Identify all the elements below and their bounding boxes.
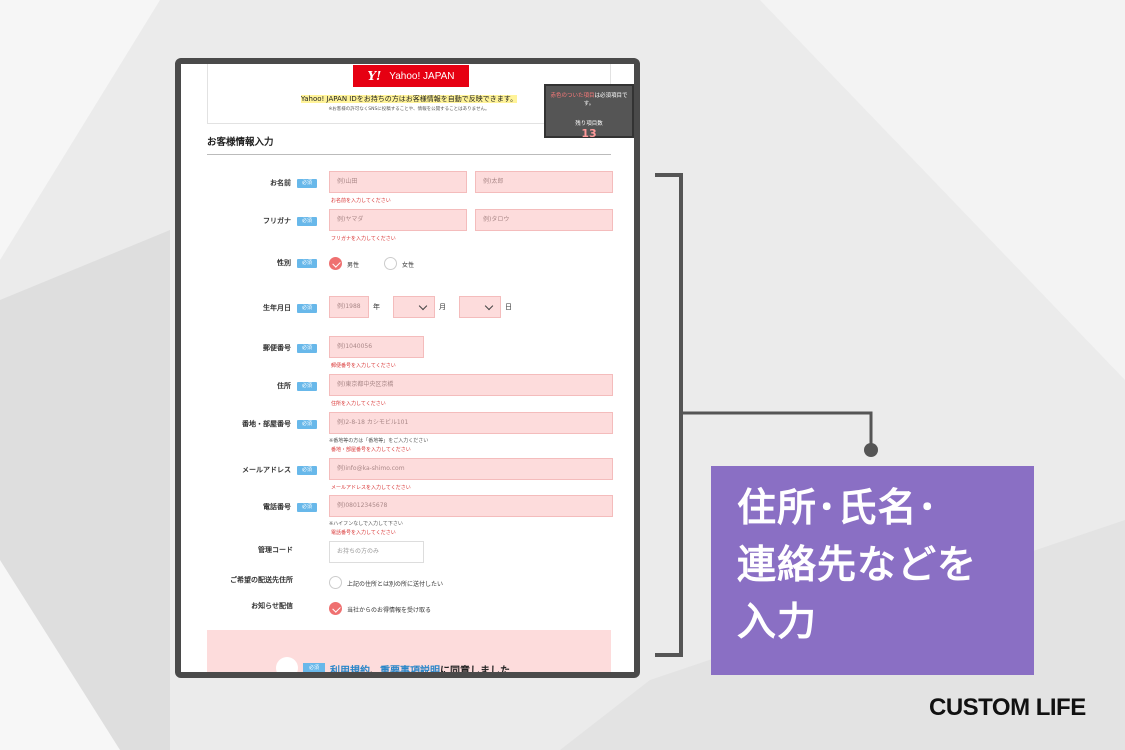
callout-box: 住所･氏名･ 連絡先などを 入力 — [711, 466, 1034, 675]
callout-line-1: 住所･氏名･ — [737, 486, 939, 531]
custom-life-logo: CUSTOM LIFE — [929, 694, 1086, 721]
callout-line-2: 連絡先などを — [737, 543, 978, 588]
callout-line-3: 入力 — [737, 600, 818, 645]
